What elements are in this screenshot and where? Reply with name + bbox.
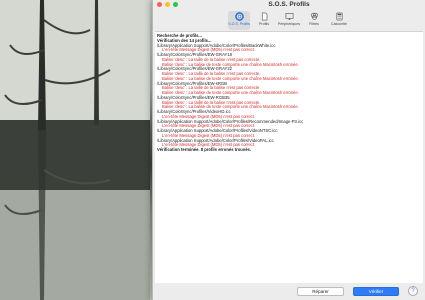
lifebuoy-icon	[234, 12, 244, 21]
tab-profils[interactable]: Profils	[253, 11, 275, 30]
window-title: S.O.S. Profils	[268, 1, 310, 8]
footer: Réparer Vérifier ?	[153, 283, 425, 300]
repair-button[interactable]: Réparer	[297, 287, 344, 296]
log-status-line: Vérification terminée. 8 profils erronés…	[157, 147, 252, 152]
verify-button[interactable]: Vérifier	[353, 287, 399, 296]
tab-label: Profils	[259, 22, 269, 26]
filters-icon	[310, 12, 318, 20]
help-button[interactable]: ?	[408, 286, 418, 296]
tab-label: Périphériques	[277, 22, 301, 26]
tab-label: S.O.S. Profils	[228, 22, 250, 26]
titlebar: S.O.S. Profils	[153, 0, 425, 9]
tab-calculette[interactable]: Calculette	[328, 11, 350, 30]
tab-filtres[interactable]: Filtres	[303, 11, 325, 30]
verification-log[interactable]: Recherche de profils... Vérification des …	[155, 31, 423, 283]
monitor-icon	[285, 13, 293, 20]
wallpaper-trees-image	[0, 0, 150, 300]
tab-sos-profils[interactable]: S.O.S. Profils	[228, 11, 250, 30]
calculator-icon	[335, 12, 343, 21]
toolbar: S.O.S. Profils Profils Périphériques Fil…	[153, 9, 425, 31]
document-icon	[261, 12, 267, 21]
tab-peripheriques[interactable]: Périphériques	[278, 11, 300, 30]
tab-label: Filtres	[309, 22, 319, 26]
tab-label: Calculette	[331, 22, 347, 26]
sos-profils-window: S.O.S. Profils S.O.S. Profils Profils Pé…	[152, 0, 425, 300]
